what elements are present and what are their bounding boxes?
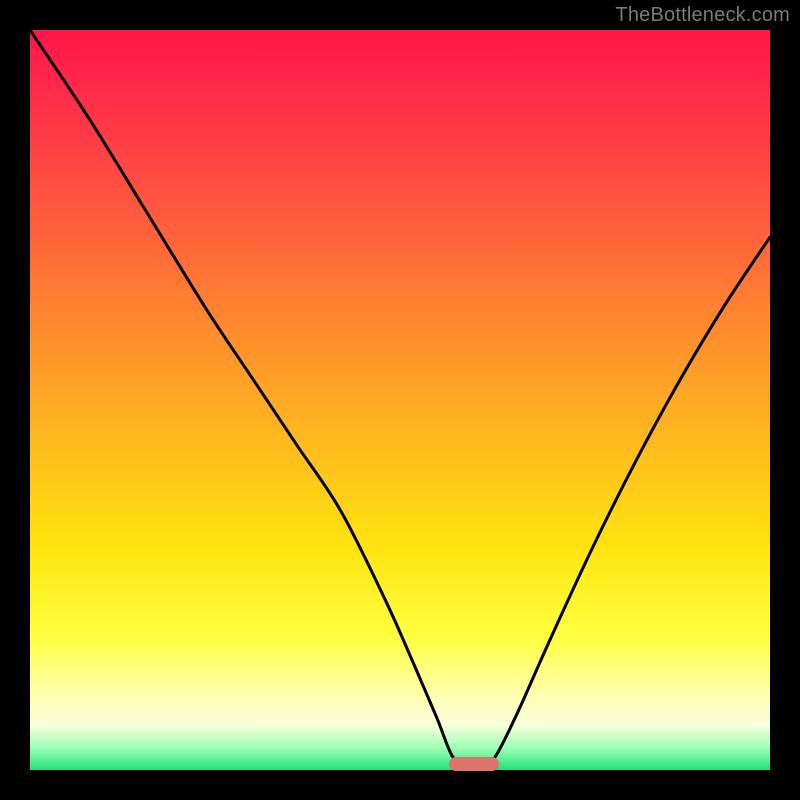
optimum-marker (449, 757, 499, 771)
watermark-text: TheBottleneck.com (615, 4, 790, 27)
plot-area (30, 30, 770, 770)
bottleneck-curve (30, 30, 770, 770)
chart-frame: TheBottleneck.com (0, 0, 800, 800)
